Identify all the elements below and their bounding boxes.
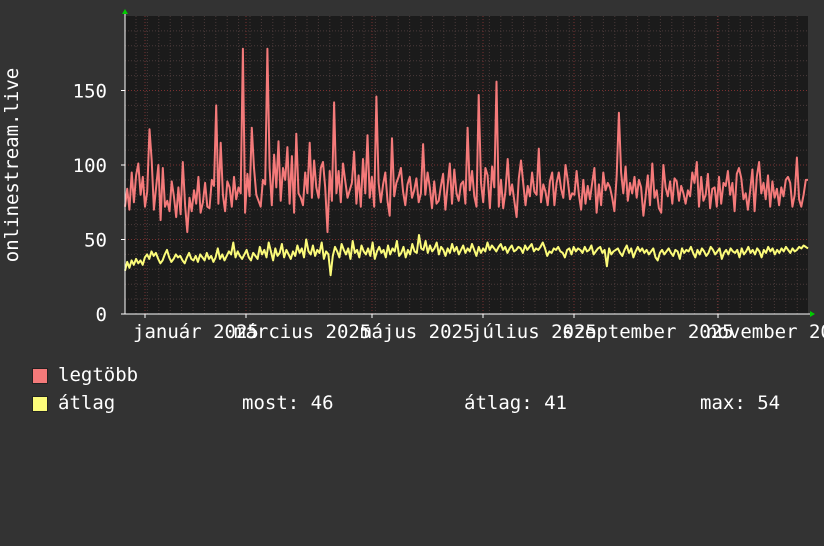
- x-tick-label: május 2025: [360, 321, 474, 343]
- max-stat: max: 54: [700, 392, 781, 414]
- x-axis-arrow: [810, 311, 815, 317]
- y-tick-label: 0: [96, 304, 107, 326]
- y-tick-label: 100: [73, 155, 107, 177]
- legend-row-legtobb: legtöbb: [32, 364, 332, 386]
- atlag-swatch: [32, 396, 48, 412]
- legend-row-atlag: átlag most: 46 átlag: 41 max: 54: [32, 392, 822, 414]
- y-tick-label: 150: [73, 81, 107, 103]
- y-axis-label: onlinestream.live: [1, 68, 23, 262]
- legtobb-swatch: [32, 368, 48, 384]
- x-tick-label: november 2025: [706, 321, 824, 343]
- now-stat: most: 46: [242, 392, 334, 414]
- legtobb-legend-label: legtöbb: [58, 364, 139, 386]
- y-tick-label: 50: [84, 230, 107, 252]
- y-axis-arrow: [122, 9, 128, 14]
- x-tick-label: március 2025: [234, 321, 371, 343]
- atlag-legend-label: átlag: [58, 392, 116, 414]
- chart-root: 0 50 100 150 január 2025 március 2025 május 20…: [0, 0, 824, 430]
- avg-stat: átlag: 41: [464, 392, 567, 414]
